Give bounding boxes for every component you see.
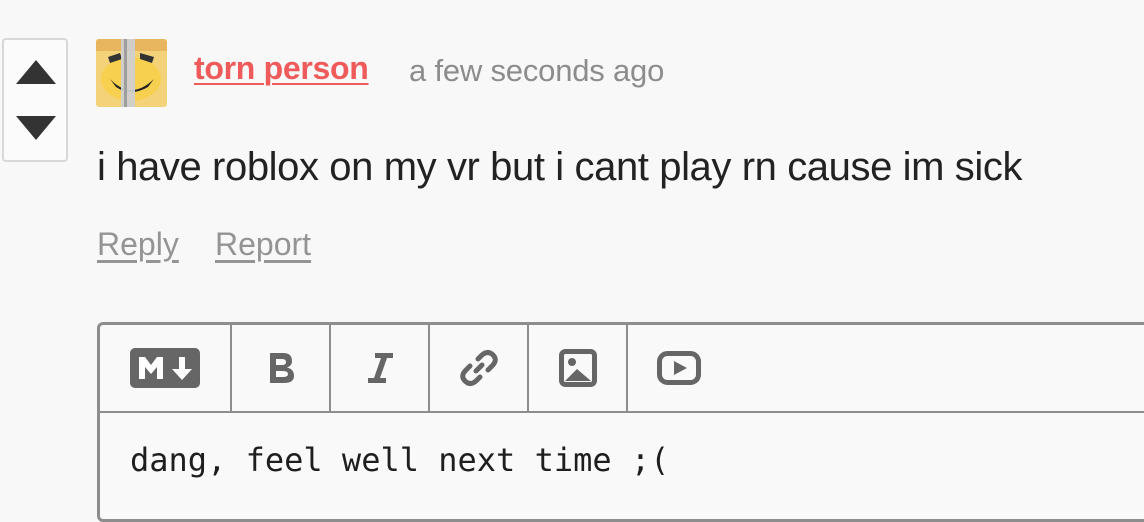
reply-editor: dang, feel well next time ;( [97, 322, 1144, 522]
markdown-icon [130, 348, 200, 388]
reply-link[interactable]: Reply [97, 226, 179, 263]
link-button[interactable] [430, 325, 529, 411]
bold-icon [269, 353, 294, 383]
triangle-up-icon [16, 60, 56, 84]
upvote-button[interactable] [4, 46, 66, 102]
video-icon [657, 351, 701, 385]
reply-textarea[interactable]: dang, feel well next time ;( [130, 441, 669, 479]
avatar[interactable] [96, 39, 167, 107]
downvote-button[interactable] [4, 102, 66, 158]
editor-toolbar [100, 325, 1144, 413]
triangle-down-icon [16, 116, 56, 140]
vote-box [2, 38, 68, 162]
italic-button[interactable] [331, 325, 430, 411]
comment-timestamp: a few seconds ago [409, 53, 665, 88]
video-button[interactable] [628, 325, 730, 411]
link-icon [459, 350, 498, 386]
markdown-button[interactable] [100, 325, 232, 411]
report-link[interactable]: Report [215, 226, 311, 263]
bold-button[interactable] [232, 325, 331, 411]
comment-author-link[interactable]: torn person [194, 50, 369, 87]
italic-icon [367, 353, 393, 383]
comment-body: i have roblox on my vr but i cant play r… [97, 145, 1023, 189]
image-button[interactable] [529, 325, 628, 411]
image-icon [558, 349, 597, 387]
